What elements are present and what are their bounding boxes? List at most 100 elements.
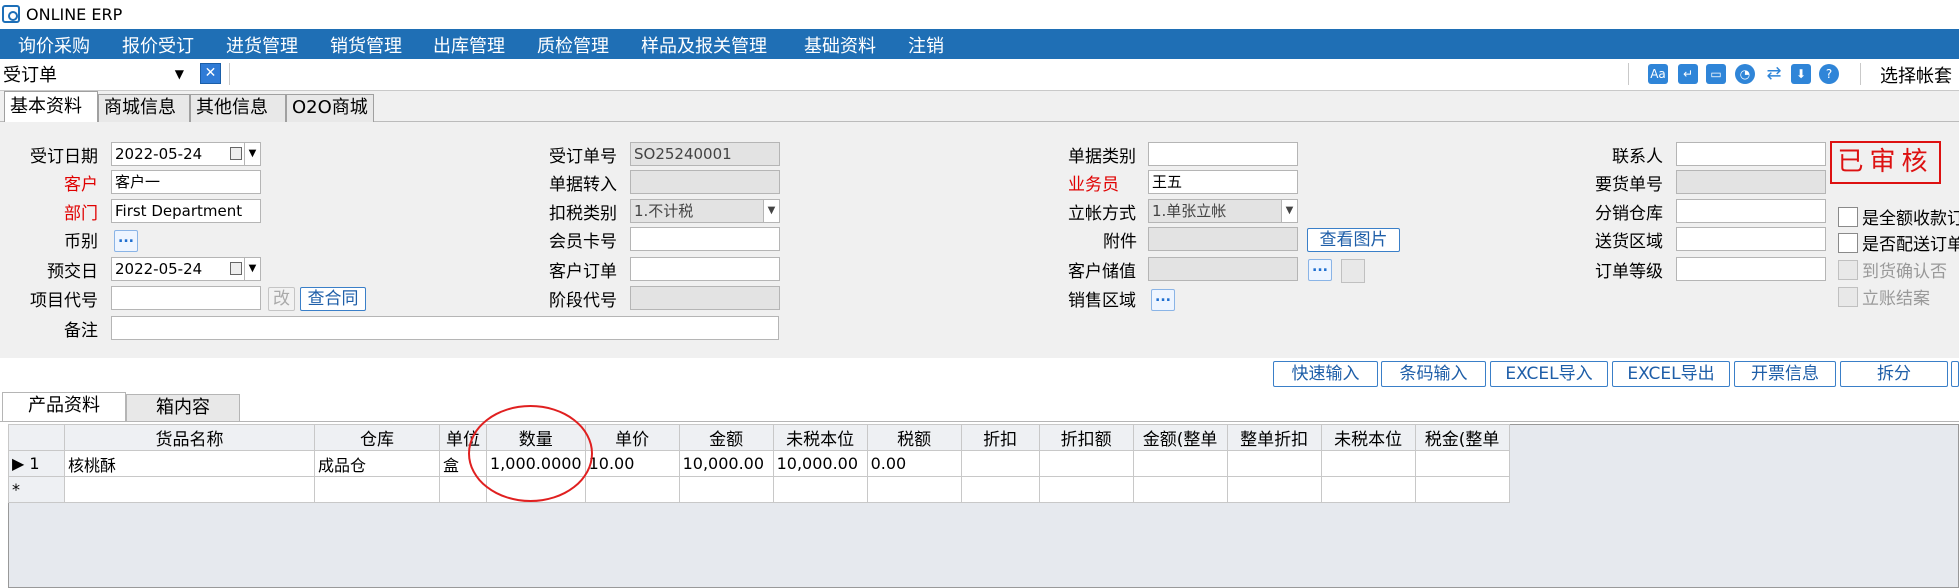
column-header[interactable]: 折扣	[960, 424, 1040, 451]
currency-picker-button[interactable]: ...	[114, 230, 138, 252]
settled-checkbox[interactable]	[1838, 287, 1858, 307]
customer-field[interactable]: 客户一	[111, 170, 261, 194]
help-icon[interactable]: ?	[1819, 64, 1839, 84]
menu-item-logout[interactable]: 注销	[908, 32, 944, 58]
tab-o2o-mall[interactable]: O2O商城	[286, 94, 374, 122]
excel-import-button[interactable]: EXCEL导入	[1490, 361, 1608, 387]
order-no-field: SO25240001	[630, 142, 780, 166]
tab-other-info[interactable]: 其他信息	[190, 94, 286, 122]
full-receipt-checkbox[interactable]	[1838, 207, 1858, 227]
remark-label: 备注	[64, 321, 98, 341]
more-button[interactable]	[1951, 361, 1959, 387]
column-header[interactable]: 单价	[584, 424, 680, 451]
tab-basic-info[interactable]: 基本资料	[4, 91, 98, 123]
column-header[interactable]: 金额	[678, 424, 774, 451]
department-label: 部门	[64, 204, 98, 224]
chevron-down-icon[interactable]: ▼	[244, 143, 260, 165]
aa-icon[interactable]: Aa	[1648, 64, 1668, 84]
customer-order-field[interactable]	[630, 257, 780, 281]
invoice-info-button[interactable]: 开票信息	[1734, 361, 1836, 387]
cell-order-amount[interactable]	[1132, 450, 1228, 477]
order-date-field[interactable]: 2022-05-24 ▼	[111, 142, 261, 166]
delivery-order-checkbox[interactable]	[1838, 233, 1858, 253]
department-field[interactable]: First Department	[111, 199, 261, 223]
project-code-field[interactable]	[111, 286, 261, 310]
calendar-icon[interactable]	[230, 147, 242, 160]
close-icon[interactable]: ✕	[200, 63, 221, 84]
stored-value-checkbox[interactable]	[1341, 259, 1365, 283]
bill-type-field[interactable]	[1148, 142, 1298, 166]
dashboard-icon[interactable]: ◔	[1735, 64, 1755, 84]
calendar-icon[interactable]	[230, 262, 242, 275]
column-header[interactable]: 折扣额	[1038, 424, 1134, 451]
arrival-confirm-checkbox[interactable]	[1838, 260, 1858, 280]
change-button[interactable]: 改	[268, 287, 295, 311]
new-row[interactable]: *	[8, 476, 1510, 503]
menu-item-quote-order[interactable]: 报价受订	[122, 32, 194, 58]
menu-item-outbound-mgmt[interactable]: 出库管理	[433, 32, 505, 58]
excel-export-button[interactable]: EXCEL导出	[1612, 361, 1730, 387]
approved-stamp: 已审核	[1830, 141, 1941, 184]
contact-field[interactable]	[1676, 142, 1826, 166]
delivery-date-field[interactable]: 2022-05-24 ▼	[111, 257, 261, 281]
cell-untaxed-base-2[interactable]	[1320, 450, 1416, 477]
cell-order-discount[interactable]	[1226, 450, 1322, 477]
column-header[interactable]: 未税本位	[772, 424, 868, 451]
window-icon[interactable]: ▭	[1706, 64, 1726, 84]
cell-discount[interactable]	[960, 450, 1040, 477]
cell-untaxed-base[interactable]: 10,000.00	[772, 450, 868, 477]
chevron-down-icon[interactable]: ▼	[1281, 200, 1297, 222]
cell-tax[interactable]: 0.00	[866, 450, 962, 477]
column-header[interactable]: 税金(整单	[1414, 424, 1510, 451]
chevron-down-icon[interactable]: ▼	[763, 200, 779, 222]
cell-order-tax[interactable]	[1414, 450, 1510, 477]
menu-item-purchase-mgmt[interactable]: 进货管理	[226, 32, 298, 58]
cell-discount-amount[interactable]	[1038, 450, 1134, 477]
refresh-icon[interactable]: ⇄	[1764, 64, 1784, 84]
cell-unit-price[interactable]: 10.00	[584, 450, 680, 477]
table-row[interactable]: ▶ 1 核桃酥 成品仓 盒 1,000.0000 10.00 10,000.00…	[8, 450, 1510, 477]
row-header[interactable]: ▶ 1	[8, 450, 65, 477]
view-contract-button[interactable]: 查合同	[300, 287, 366, 311]
cell-product-name[interactable]: 核桃酥	[64, 450, 315, 477]
barcode-input-button[interactable]: 条码输入	[1381, 361, 1486, 387]
order-level-label: 订单等级	[1595, 262, 1663, 282]
cell-warehouse[interactable]: 成品仓	[314, 450, 440, 477]
column-header[interactable]: 货品名称	[64, 424, 315, 451]
tab-mall-info[interactable]: 商城信息	[98, 94, 190, 122]
column-header[interactable]: 税额	[866, 424, 962, 451]
cell-amount[interactable]: 10,000.00	[678, 450, 774, 477]
menu-item-sales-mgmt[interactable]: 销货管理	[330, 32, 402, 58]
menu-item-qc-mgmt[interactable]: 质检管理	[537, 32, 609, 58]
tab-product-info[interactable]: 产品资料	[2, 392, 126, 422]
account-mode-select[interactable]: 1.单张立帐 ▼	[1148, 199, 1298, 223]
download-icon[interactable]: ⬇	[1791, 64, 1811, 84]
delivery-area-field[interactable]	[1676, 227, 1826, 251]
sales-area-picker-button[interactable]: ...	[1151, 289, 1175, 311]
column-header[interactable]: 未税本位	[1320, 424, 1416, 451]
quick-input-button[interactable]: 快速输入	[1273, 361, 1378, 387]
toolbar-divider	[229, 63, 230, 85]
doc-type-select[interactable]: 受订单 ▼	[0, 61, 190, 87]
column-header[interactable]: 金额(整单	[1132, 424, 1228, 451]
currency-label: 币别	[64, 232, 98, 252]
select-account-link[interactable]: 选择帐套	[1880, 62, 1952, 88]
tab-box-content[interactable]: 箱内容	[126, 394, 240, 422]
menu-item-inquiry-purchase[interactable]: 询价采购	[18, 32, 90, 58]
stored-value-picker-button[interactable]: ...	[1308, 259, 1332, 281]
grid-header-row: 货品名称 仓库 单位 数量 单价 金额 未税本位 税额 折扣 折扣额 金额(整单…	[8, 424, 1510, 451]
remark-field[interactable]	[111, 316, 779, 340]
menu-item-sample-customs[interactable]: 样品及报关管理	[641, 32, 767, 58]
view-image-button[interactable]: 查看图片	[1307, 228, 1400, 252]
order-level-field[interactable]	[1676, 257, 1826, 281]
member-card-field[interactable]	[630, 227, 780, 251]
menu-item-basic-data[interactable]: 基础资料	[804, 32, 876, 58]
tax-type-select[interactable]: 1.不计税 ▼	[630, 199, 780, 223]
column-header[interactable]: 整单折扣	[1226, 424, 1322, 451]
column-header[interactable]: 仓库	[314, 424, 440, 451]
distribution-warehouse-field[interactable]	[1676, 199, 1826, 223]
salesman-field[interactable]: 王五	[1148, 170, 1298, 194]
chevron-down-icon[interactable]: ▼	[244, 258, 260, 280]
return-icon[interactable]: ↵	[1678, 64, 1698, 84]
split-button[interactable]: 拆分	[1840, 361, 1948, 387]
